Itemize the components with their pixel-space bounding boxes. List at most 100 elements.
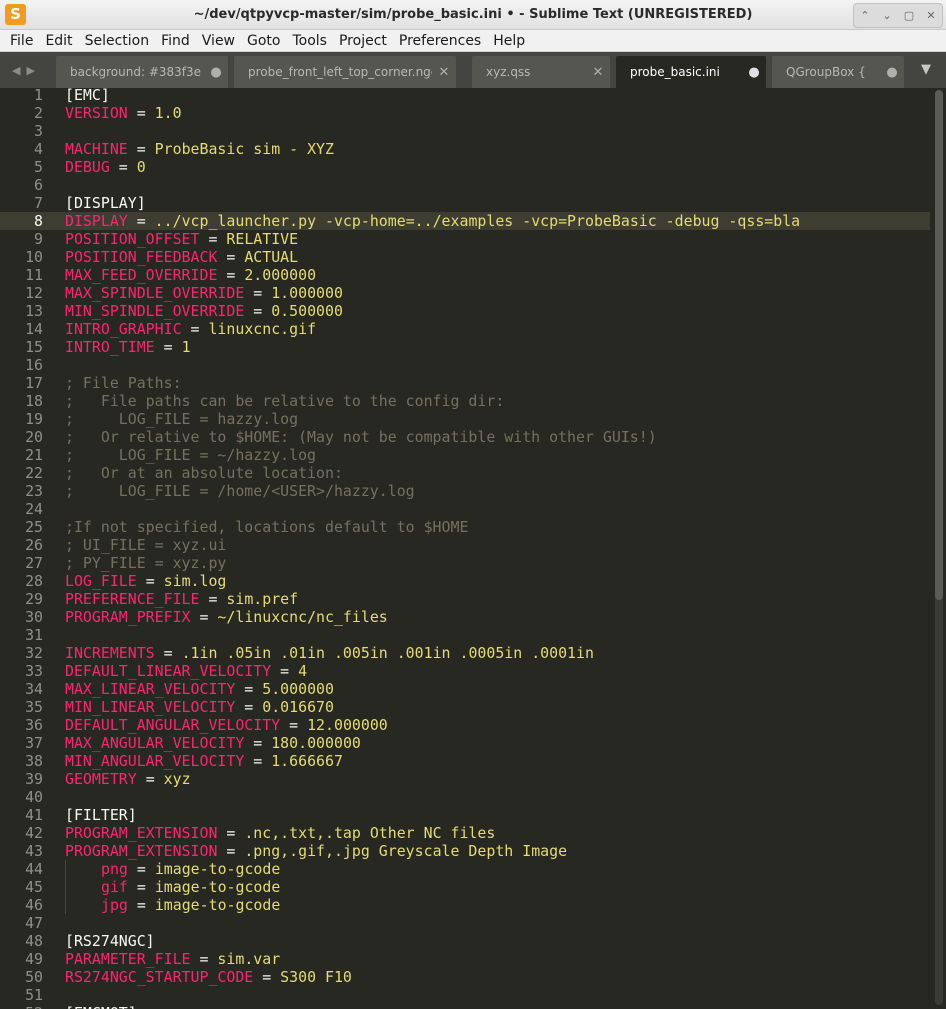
code-line[interactable]: 18 ; File paths can be relative to the co… — [0, 392, 930, 410]
line-number: 8 — [34, 212, 43, 230]
code-line[interactable]: 33 DEFAULT_LINEAR_VELOCITY = 4 — [0, 662, 930, 680]
code-line[interactable]: 23 ; LOG_FILE = /home/<USER>/hazzy.log — [0, 482, 930, 500]
code-line[interactable]: 17 ; File Paths: — [0, 374, 930, 392]
code-line[interactable]: 37 MAX_ANGULAR_VELOCITY = 180.000000 — [0, 734, 930, 752]
code-line[interactable]: 41 [FILTER] — [0, 806, 930, 824]
code-line[interactable]: 38 MIN_ANGULAR_VELOCITY = 1.666667 — [0, 752, 930, 770]
menu-selection[interactable]: Selection — [79, 30, 156, 52]
code-line[interactable]: 14 INTRO_GRAPHIC = linuxcnc.gif — [0, 320, 930, 338]
code-line[interactable]: 6 — [0, 176, 930, 194]
menu-file[interactable]: File — [4, 30, 39, 52]
code-text: ; UI_FILE = xyz.ui — [65, 536, 226, 554]
code-line[interactable]: 30 PROGRAM_PREFIX = ~/linuxcnc/nc_files — [0, 608, 930, 626]
vertical-scrollbar[interactable] — [935, 90, 943, 1005]
code-line[interactable]: 3 — [0, 122, 930, 140]
scrollbar-thumb[interactable] — [935, 90, 943, 600]
code-line[interactable]: 31 — [0, 626, 930, 644]
code-line[interactable]: 7 [DISPLAY] — [0, 194, 930, 212]
line-number: 49 — [25, 950, 43, 968]
code-line[interactable]: 36 DEFAULT_ANGULAR_VELOCITY = 12.000000 — [0, 716, 930, 734]
unsaved-dot-icon[interactable]: ● — [742, 65, 766, 80]
code-line[interactable]: 48 [RS274NGC] — [0, 932, 930, 950]
code-line[interactable]: 26 ; UI_FILE = xyz.ui — [0, 536, 930, 554]
equals-sign: = — [235, 698, 263, 716]
menu-find[interactable]: Find — [155, 30, 196, 52]
line-number: 44 — [25, 860, 43, 878]
code-line[interactable]: 9 POSITION_OFFSET = RELATIVE — [0, 230, 930, 248]
tab-2[interactable]: probe_front_left_top_corner.ngc ✕ — [234, 56, 456, 88]
code-line[interactable]: 43 PROGRAM_EXTENSION = .png,.gif,.jpg Gre… — [0, 842, 930, 860]
tab-3[interactable]: xyz.qss ✕ — [472, 56, 610, 88]
code-editor[interactable]: 1 [EMC] 2 VERSION = 1.0 3 4 MACHINE = ProbeBas… — [0, 88, 946, 1009]
menu-preferences[interactable]: Preferences — [393, 30, 487, 52]
menu-help[interactable]: Help — [487, 30, 531, 52]
code-line[interactable]: 20 ; Or relative to $HOME: (May not be co… — [0, 428, 930, 446]
equals-sign: = — [190, 608, 218, 626]
code-line[interactable]: 29 PREFERENCE_FILE = sim.pref — [0, 590, 930, 608]
code-line[interactable]: 39 GEOMETRY = xyz — [0, 770, 930, 788]
tab-list-dropdown-icon[interactable]: ▼ — [914, 56, 938, 84]
code-text: DEFAULT_ANGULAR_VELOCITY = 12.000000 — [65, 716, 388, 734]
code-line[interactable]: 5 DEBUG = 0 — [0, 158, 930, 176]
tab-next-icon[interactable]: ▶ — [26, 64, 34, 77]
code-line[interactable]: 34 MAX_LINEAR_VELOCITY = 5.000000 — [0, 680, 930, 698]
code-line[interactable]: 22 ; Or at an absolute location: — [0, 464, 930, 482]
menu-tools[interactable]: Tools — [286, 30, 333, 52]
code-line[interactable]: 21 ; LOG_FILE = ~/hazzy.log — [0, 446, 930, 464]
code-line[interactable]: 19 ; LOG_FILE = hazzy.log — [0, 410, 930, 428]
code-line[interactable]: 24 — [0, 500, 930, 518]
code-line[interactable]: 32 INCREMENTS = .1in .05in .01in .005in .… — [0, 644, 930, 662]
menu-edit[interactable]: Edit — [39, 30, 78, 52]
section-header: [RS274NGC] — [65, 932, 155, 950]
code-line[interactable]: 49 PARAMETER_FILE = sim.var — [0, 950, 930, 968]
code-line[interactable]: 16 — [0, 356, 930, 374]
code-line[interactable]: 1 [EMC] — [0, 88, 930, 104]
menu-project[interactable]: Project — [333, 30, 393, 52]
code-line[interactable]: 15 INTRO_TIME = 1 — [0, 338, 930, 356]
comment-text: ; LOG_FILE = hazzy.log — [65, 410, 299, 428]
line-number: 52 — [0, 1004, 43, 1009]
code-line[interactable]: 11 MAX_FEED_OVERRIDE = 2.000000 — [0, 266, 930, 284]
window-up-icon[interactable]: ⌃ — [854, 4, 876, 27]
code-text: GEOMETRY = xyz — [65, 770, 191, 788]
code-line[interactable]: 4 MACHINE = ProbeBasic sim - XYZ — [0, 140, 930, 158]
close-tab-icon[interactable]: ✕ — [586, 65, 610, 80]
code-line[interactable]: 42 PROGRAM_EXTENSION = .nc,.txt,.tap Othe… — [0, 824, 930, 842]
code-text: ; LOG_FILE = ~/hazzy.log — [65, 446, 316, 464]
code-line[interactable]: 52 [EMCMOT] — [0, 1004, 930, 1009]
code-line[interactable]: 46 jpg = image-to-gcode — [0, 896, 930, 914]
code-line[interactable]: 44 png = image-to-gcode — [0, 860, 930, 878]
menu-goto[interactable]: Goto — [241, 30, 286, 52]
code-line[interactable]: 47 — [0, 914, 930, 932]
close-tab-icon[interactable]: ✕ — [432, 65, 456, 80]
maximize-icon[interactable]: ▢ — [898, 4, 920, 27]
tab-5[interactable]: QGroupBox {● — [772, 56, 904, 88]
unsaved-dot-icon[interactable]: ● — [880, 65, 904, 80]
code-line[interactable]: 25 ;If not specified, locations default t… — [0, 518, 930, 536]
line-number: 33 — [25, 662, 43, 680]
line-number: 39 — [25, 770, 43, 788]
tab-prev-icon[interactable]: ◀ — [12, 64, 20, 77]
ini-value: linuxcnc.gif — [208, 320, 317, 338]
ini-key: GEOMETRY — [65, 770, 137, 788]
tab-1[interactable]: background: #383f3e ● — [56, 56, 228, 88]
code-line[interactable]: 28 LOG_FILE = sim.log — [0, 572, 930, 590]
code-line[interactable]: 35 MIN_LINEAR_VELOCITY = 0.016670 — [0, 698, 930, 716]
tab-4[interactable]: probe_basic.ini ● — [616, 56, 766, 88]
tab-label: probe_front_left_top_corner.ngc — [248, 65, 432, 79]
code-line[interactable]: 2 VERSION = 1.0 — [0, 104, 930, 122]
code-line[interactable]: 8 DISPLAY = ../vcp_launcher.py -vcp-home=… — [0, 212, 930, 230]
close-icon[interactable]: ✕ — [920, 4, 942, 27]
menu-view[interactable]: View — [196, 30, 241, 52]
code-text: [RS274NGC] — [65, 932, 155, 950]
code-line[interactable]: 27 ; PY_FILE = xyz.py — [0, 554, 930, 572]
window-down-icon[interactable]: ⌄ — [876, 4, 898, 27]
code-line[interactable]: 12 MAX_SPINDLE_OVERRIDE = 1.000000 — [0, 284, 930, 302]
code-line[interactable]: 13 MIN_SPINDLE_OVERRIDE = 0.500000 — [0, 302, 930, 320]
code-line[interactable]: 50 RS274NGC_STARTUP_CODE = S300 F10 — [0, 968, 930, 986]
unsaved-dot-icon[interactable]: ● — [204, 65, 228, 80]
code-line[interactable]: 10 POSITION_FEEDBACK = ACTUAL — [0, 248, 930, 266]
code-line[interactable]: 51 — [0, 986, 930, 1004]
code-line[interactable]: 45 gif = image-to-gcode — [0, 878, 930, 896]
code-line[interactable]: 40 — [0, 788, 930, 806]
